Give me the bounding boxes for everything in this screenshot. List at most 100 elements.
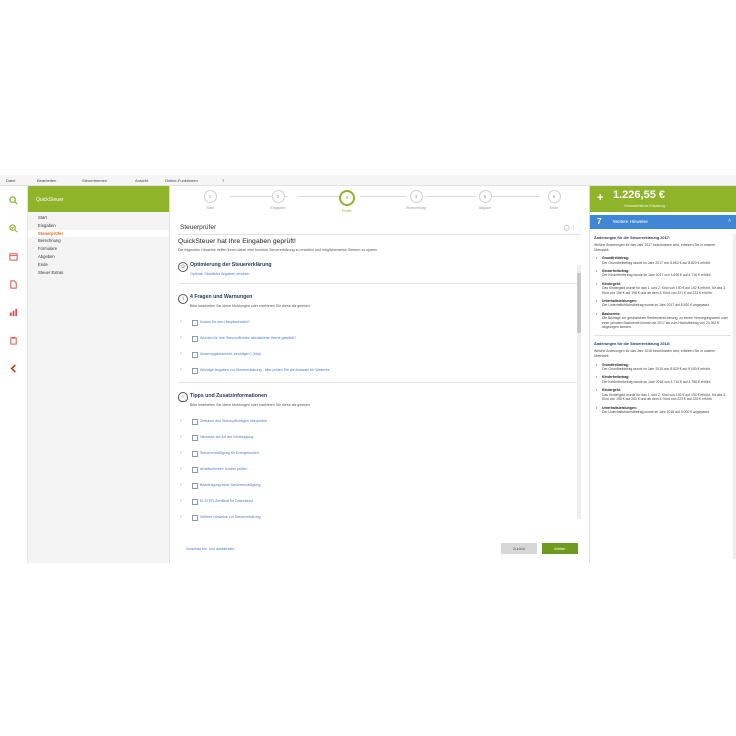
tip-item[interactable]: › Steuerermäßigung für Energiekosten xyxy=(178,449,578,457)
step-checker[interactable]: 3 Prüfer xyxy=(327,190,367,213)
menu-online[interactable]: Online-Funktionen xyxy=(165,178,198,183)
menu-edit[interactable]: Bearbeiten xyxy=(37,178,56,183)
tip-item-label[interactable]: ELSTER-Zertifikat für Datenabruf xyxy=(200,499,253,503)
nav-item-tax-checker[interactable]: Steuerprüfer xyxy=(28,229,169,238)
nav-list: Start Eingaben Steuerprüfer Berechnung F… xyxy=(28,214,169,276)
read-checkbox[interactable] xyxy=(192,499,198,505)
chevron-up-icon[interactable]: ˄ xyxy=(728,218,731,224)
hint-item: Unterhaltsleistungen:Der Unterhaltshöchs… xyxy=(594,299,731,308)
main-scrollbar[interactable] xyxy=(577,265,581,519)
chevron-right-icon[interactable]: › xyxy=(180,418,182,424)
scrollbar-thumb[interactable] xyxy=(577,273,581,333)
tip-item-label[interactable]: Zeitraum des Steuerpflichtigen überprüfe… xyxy=(200,419,267,423)
optimize-link[interactable]: Optimal: Sämtliche Angaben erhoben xyxy=(190,272,250,276)
nav-item-start[interactable]: Start xyxy=(28,214,169,222)
warning-item[interactable]: › Kosten für den Hauptwohnsitz? xyxy=(178,318,578,326)
calendar-icon[interactable] xyxy=(8,251,18,261)
nav-item-calculation[interactable]: Berechnung xyxy=(28,237,169,245)
chart-icon[interactable] xyxy=(8,307,18,317)
chevron-right-icon[interactable]: › xyxy=(180,466,182,472)
warning-item-label[interactable]: Wichtige Angaben zur Steuererklärung - b… xyxy=(200,368,329,372)
document-icon[interactable] xyxy=(8,279,18,289)
chevron-right-icon[interactable]: › xyxy=(180,450,182,456)
read-checkbox[interactable] xyxy=(192,435,198,441)
step-end[interactable]: 6 Ende xyxy=(534,190,574,210)
lightbulb-icon: ♀ xyxy=(178,392,188,402)
hint-item-text: Der Kinderfreibetrag wurde im Jahr 2017 … xyxy=(602,273,712,278)
chevron-right-icon[interactable]: › xyxy=(180,434,182,440)
read-checkbox[interactable] xyxy=(192,483,198,489)
menu-help[interactable]: ? xyxy=(222,178,224,183)
step-label: Abgabe xyxy=(478,206,492,210)
menu-tax-topics[interactable]: Steuerthemen xyxy=(82,178,107,183)
menu-dots-icon[interactable]: ⋮ xyxy=(571,225,576,231)
tip-item-label[interactable]: Arbeitszimmer: Kosten prüfen xyxy=(200,467,247,471)
header-tools: ◯ ⋮ xyxy=(564,225,576,231)
nav-item-end[interactable]: Ende xyxy=(28,261,169,269)
tip-item[interactable]: › Arbeitszimmer: Kosten prüfen xyxy=(178,465,578,473)
chevron-right-icon[interactable]: › xyxy=(180,335,182,341)
menu-bar: Datei Bearbeiten Steuerthemen Ansicht On… xyxy=(0,175,736,186)
search-icon[interactable] xyxy=(8,195,18,205)
warning-item-label[interactable]: Änderungsbescheid: benötigen? (Mai) xyxy=(200,352,261,356)
back-button[interactable]: Zurück xyxy=(501,543,537,554)
warning-item-label[interactable]: Kosten für den Hauptwohnsitz? xyxy=(200,320,250,324)
hints-block-heading: Änderungen für die Steuererklärung 2018: xyxy=(594,342,670,347)
refund-amount: 1.226,55 € xyxy=(613,189,665,201)
warning-item-label[interactable]: Wurden für Ihre Steuerpflichten aktualis… xyxy=(200,336,296,340)
nav-header: QuickSteuer xyxy=(28,186,169,212)
tip-item[interactable]: › Hinweise zur Art der Veranlagung xyxy=(178,433,578,441)
step-inputs[interactable]: 2 Eingaben xyxy=(258,190,298,210)
tip-item[interactable]: › Beantragung einer Steuerermäßigung xyxy=(178,481,578,489)
step-calculation[interactable]: 4 Berechnung xyxy=(396,190,436,210)
hint-item-title: Kinderfreibetrag: xyxy=(602,375,630,380)
chevron-right-icon[interactable]: › xyxy=(180,482,182,488)
audit-icon[interactable] xyxy=(8,223,18,233)
icon-sidebar xyxy=(0,186,28,563)
hints-header[interactable]: 7 Weitere Hinweise ˄ xyxy=(590,215,736,229)
warning-item[interactable]: › Wurden für Ihre Steuerpflichten aktual… xyxy=(178,334,578,342)
nav-item-tax-extras[interactable]: Steuer Extras xyxy=(28,269,169,277)
chevron-right-icon[interactable]: › xyxy=(180,351,182,357)
read-checkbox[interactable] xyxy=(192,515,198,521)
read-checkbox[interactable] xyxy=(192,467,198,473)
tip-item[interactable]: › Zeitraum des Steuerpflichtigen überprü… xyxy=(178,417,578,425)
chevron-right-icon[interactable]: › xyxy=(180,319,182,325)
hint-item-text: Das Kindergeld wurde für das 1. und 2. K… xyxy=(602,392,727,402)
hint-item-title: Unterhaltsleistungen: xyxy=(602,405,637,410)
hint-item-text: Der Kinderfreibetrag wurde im Jahr 2018 … xyxy=(602,379,712,384)
warning-item[interactable]: › Änderungsbescheid: benötigen? (Mai) xyxy=(178,350,578,358)
tip-item-label[interactable]: Beantragung einer Steuerermäßigung xyxy=(200,483,260,487)
read-checkbox[interactable] xyxy=(192,320,198,326)
next-button[interactable]: Weiter xyxy=(542,543,578,554)
menu-view[interactable]: Ansicht xyxy=(135,178,148,183)
tip-item-label[interactable]: Hinweise zur Art der Veranlagung xyxy=(200,435,253,439)
read-checkbox[interactable] xyxy=(192,368,198,374)
step-start[interactable]: 1 Start xyxy=(190,190,230,210)
tip-item-label[interactable]: Steuerermäßigung für Energiekosten xyxy=(200,451,259,455)
warning-item[interactable]: › Wichtige Angaben zur Steuererklärung -… xyxy=(178,366,578,374)
nav-item-inputs[interactable]: Eingaben xyxy=(28,222,169,230)
read-checkbox[interactable] xyxy=(192,419,198,425)
hint-item-text: Der Unterhaltshöchstbetrag wurde im Jahr… xyxy=(602,409,710,414)
tip-item[interactable]: › Weitere Hinweise zur Steuererklärung xyxy=(178,513,578,521)
nav-item-submit[interactable]: Abgeben xyxy=(28,253,169,261)
clipboard-icon[interactable] xyxy=(8,335,18,345)
nav-item-forms[interactable]: Formulare xyxy=(28,245,169,253)
chevron-right-icon[interactable]: › xyxy=(180,498,182,504)
chevron-left-icon[interactable] xyxy=(8,363,18,373)
tip-item-label[interactable]: Weitere Hinweise zur Steuererklärung xyxy=(200,515,260,519)
chevron-right-icon[interactable]: › xyxy=(180,514,182,520)
read-checkbox[interactable] xyxy=(192,451,198,457)
preview-toggle-link[interactable]: Vorschau ein- und ausblenden xyxy=(186,547,235,551)
help-icon[interactable]: ◯ xyxy=(564,225,570,231)
hints-block-intro: Welche Änderungen für das Jahr 2018 besc… xyxy=(594,349,716,359)
chevron-right-icon[interactable]: › xyxy=(180,367,182,373)
menu-file[interactable]: Datei xyxy=(6,178,15,183)
tip-item[interactable]: › ELSTER-Zertifikat für Datenabruf xyxy=(178,497,578,505)
step-submit[interactable]: 5 Abgabe xyxy=(465,190,505,210)
section-title-warnings: 4 Fragen und Warnungen xyxy=(190,294,253,300)
hint-item-text: Die Beiträge zur gesetzlichen Rentenvers… xyxy=(602,316,728,330)
read-checkbox[interactable] xyxy=(192,336,198,342)
read-checkbox[interactable] xyxy=(192,352,198,358)
